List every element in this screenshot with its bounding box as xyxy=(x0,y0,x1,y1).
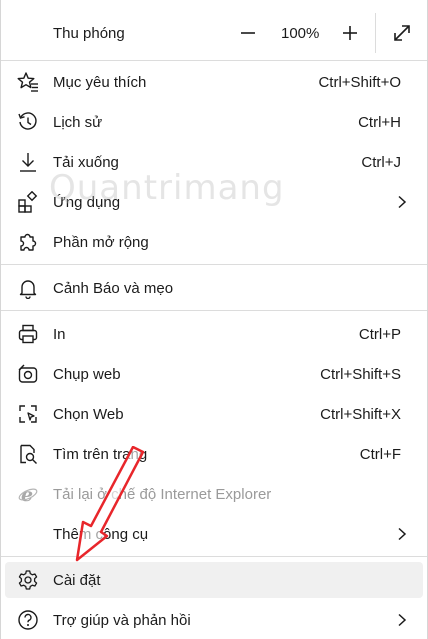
menu-item-help[interactable]: Trợ giúp và phản hồi xyxy=(5,602,423,638)
menu-item-history[interactable]: Lịch sử Ctrl+H xyxy=(5,104,423,140)
zoom-label: Thu phóng xyxy=(53,24,125,42)
menu-item-label: Tải lại ở chế độ Internet Explorer xyxy=(53,485,272,503)
menu-item-shortcut: Ctrl+Shift+O xyxy=(318,73,401,91)
menu-item-find[interactable]: Tìm trên trang Ctrl+F xyxy=(5,436,423,472)
download-icon xyxy=(17,151,39,173)
zoom-out-button[interactable] xyxy=(233,19,263,47)
menu-item-favorites[interactable]: Mục yêu thích Ctrl+Shift+O xyxy=(5,64,423,100)
menu-item-apps[interactable]: Ứng dụng xyxy=(5,184,423,220)
menu-item-label: Thêm công cụ xyxy=(53,525,149,543)
menu-item-shortcut: Ctrl+Shift+X xyxy=(320,405,401,423)
menu-item-label: Tải xuống xyxy=(53,153,119,171)
menu-item-shortcut: Ctrl+P xyxy=(358,325,401,343)
menu-item-extensions[interactable]: Phần mở rộng xyxy=(5,224,423,260)
menu-item-label: Cài đặt xyxy=(53,571,101,589)
svg-text:e: e xyxy=(21,484,33,505)
menu-item-label: Trợ giúp và phản hồi xyxy=(53,611,191,629)
chevron-right-icon xyxy=(398,195,407,209)
plus-icon xyxy=(343,26,357,40)
history-icon xyxy=(17,111,39,133)
menu-item-tips[interactable]: Cảnh Báo và mẹo xyxy=(5,270,423,306)
screenshot-icon xyxy=(17,363,39,385)
menu-item-label: Chụp web xyxy=(53,365,121,383)
printer-icon xyxy=(17,323,39,345)
menu-item-settings[interactable]: Cài đặt xyxy=(5,562,423,598)
bell-icon xyxy=(17,277,39,299)
chevron-right-icon xyxy=(398,613,407,627)
help-icon xyxy=(17,609,39,631)
divider xyxy=(1,60,427,61)
find-icon xyxy=(17,443,39,465)
menu-item-label: Cảnh Báo và mẹo xyxy=(53,279,174,297)
zoom-value: 100% xyxy=(281,24,320,42)
zoom-in-button[interactable] xyxy=(335,19,365,47)
extensions-icon xyxy=(17,231,39,253)
favorites-icon xyxy=(17,71,39,93)
divider xyxy=(1,264,427,265)
menu-item-shortcut: Ctrl+F xyxy=(359,445,401,463)
menu-item-label: Mục yêu thích xyxy=(53,73,147,91)
zoom-separator xyxy=(375,13,376,53)
menu-item-ie-mode: e Tải lại ở chế độ Internet Explorer xyxy=(5,476,423,512)
fullscreen-button[interactable] xyxy=(387,19,417,47)
menu-item-label: Ứng dụng xyxy=(53,193,121,211)
menu-item-screenshot[interactable]: Chụp web Ctrl+Shift+S xyxy=(5,356,423,392)
gear-icon xyxy=(17,569,39,591)
menu-item-label: Tìm trên trang xyxy=(53,445,148,463)
apps-icon xyxy=(17,191,39,213)
menu-item-shortcut: Ctrl+H xyxy=(358,113,401,131)
menu-item-web-select[interactable]: Chọn Web Ctrl+Shift+X xyxy=(5,396,423,432)
menu-item-shortcut: Ctrl+Shift+S xyxy=(320,365,401,383)
expand-icon xyxy=(394,25,410,41)
browser-settings-menu: Thu phóng 100% Mục yêu thích Ctrl+Shift+… xyxy=(0,0,428,639)
divider xyxy=(1,310,427,311)
menu-item-shortcut: Ctrl+J xyxy=(361,153,401,171)
ie-icon: e xyxy=(17,483,39,505)
menu-item-label: Phần mở rộng xyxy=(53,233,149,251)
menu-item-print[interactable]: In Ctrl+P xyxy=(5,316,423,352)
zoom-row: Thu phóng 100% xyxy=(5,13,423,53)
divider xyxy=(1,556,427,557)
chevron-right-icon xyxy=(398,527,407,541)
menu-item-downloads[interactable]: Tải xuống Ctrl+J xyxy=(5,144,423,180)
web-select-icon xyxy=(17,403,39,425)
menu-item-label: Chọn Web xyxy=(53,405,124,423)
menu-item-label: Lịch sử xyxy=(53,113,103,131)
menu-item-label: In xyxy=(53,325,66,343)
minus-icon xyxy=(241,32,255,34)
menu-item-more-tools[interactable]: Thêm công cụ xyxy=(5,516,423,552)
